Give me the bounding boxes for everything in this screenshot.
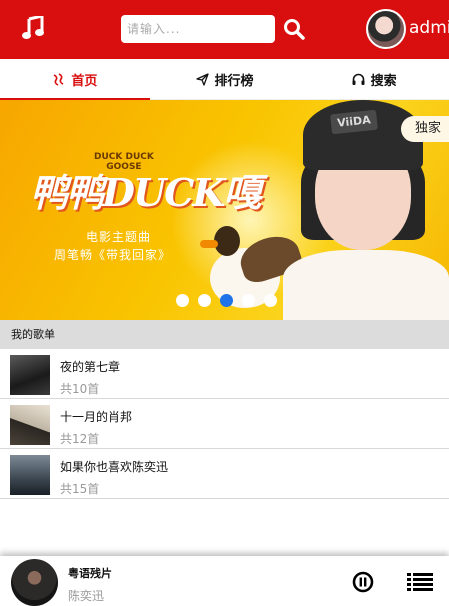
carousel-dot-active[interactable] bbox=[220, 294, 233, 307]
playlist-item[interactable]: 如果你也喜欢陈奕迅 共15首 bbox=[0, 449, 449, 499]
pause-icon[interactable] bbox=[352, 571, 374, 593]
tab-home-label: 首页 bbox=[71, 73, 98, 89]
paper-plane-icon bbox=[195, 72, 209, 86]
exclusive-badge: 独家 bbox=[401, 116, 449, 142]
home-icon bbox=[53, 72, 64, 86]
banner-subtitle-2: 周笔畅《带我回家》 bbox=[54, 248, 172, 262]
tab-home[interactable]: 首页 bbox=[0, 59, 150, 100]
app-header: admin bbox=[0, 0, 449, 59]
tab-charts-label: 排行榜 bbox=[214, 73, 254, 89]
music-note-icon[interactable] bbox=[22, 16, 44, 40]
carousel-dot[interactable] bbox=[242, 294, 255, 307]
playlist-queue-icon[interactable] bbox=[407, 572, 433, 592]
banner-tag-line2: GOOSE bbox=[106, 162, 142, 172]
banner-carousel[interactable]: 鸭鸭DUCK嘎 DUCK DUCK GOOSE 电影主题曲 周笔畅《带我回家》 … bbox=[0, 100, 449, 320]
playlist-item[interactable]: 夜的第七章 共10首 bbox=[0, 349, 449, 399]
playlist-list: 夜的第七章 共10首 十一月的肖邦 共12首 如果你也喜欢陈奕迅 共15首 bbox=[0, 349, 449, 499]
carousel-dot[interactable] bbox=[264, 294, 277, 307]
nav-tabs: 首页 排行榜 搜索 bbox=[0, 59, 449, 100]
playlist-count: 共12首 bbox=[60, 432, 100, 446]
headphones-icon bbox=[352, 73, 365, 85]
playlist-section-title: 我的歌单 bbox=[0, 320, 449, 349]
playlist-name: 夜的第七章 bbox=[60, 360, 121, 374]
banner-tag: DUCK DUCK GOOSE bbox=[94, 152, 154, 172]
banner-tag-line1: DUCK DUCK bbox=[94, 152, 154, 162]
playlist-count: 共10首 bbox=[60, 382, 100, 396]
tab-search-label: 搜索 bbox=[370, 73, 397, 89]
search-input[interactable] bbox=[121, 15, 275, 43]
playlist-name: 如果你也喜欢陈奕迅 bbox=[60, 460, 169, 474]
playlist-count: 共15首 bbox=[60, 482, 100, 496]
now-playing-cover[interactable] bbox=[11, 559, 58, 606]
playlist-cover bbox=[10, 355, 50, 395]
user-name[interactable]: admin bbox=[409, 18, 449, 38]
now-playing-bar: 粤语残片 陈奕迅 bbox=[0, 556, 449, 606]
carousel-dot[interactable] bbox=[198, 294, 211, 307]
playlist-cover bbox=[10, 405, 50, 445]
playlist-cover bbox=[10, 455, 50, 495]
now-playing-artist: 陈奕迅 bbox=[68, 589, 105, 603]
carousel-indicators bbox=[176, 294, 277, 307]
user-avatar[interactable] bbox=[366, 9, 406, 49]
now-playing-title: 粤语残片 bbox=[68, 567, 112, 580]
carousel-dot[interactable] bbox=[176, 294, 189, 307]
search-icon[interactable] bbox=[283, 18, 305, 40]
tab-charts[interactable]: 排行榜 bbox=[150, 59, 300, 99]
tab-search[interactable]: 搜索 bbox=[299, 59, 449, 99]
playlist-item[interactable]: 十一月的肖邦 共12首 bbox=[0, 399, 449, 449]
playlist-name: 十一月的肖邦 bbox=[60, 410, 133, 424]
banner-subtitle-1: 电影主题曲 bbox=[86, 230, 152, 244]
